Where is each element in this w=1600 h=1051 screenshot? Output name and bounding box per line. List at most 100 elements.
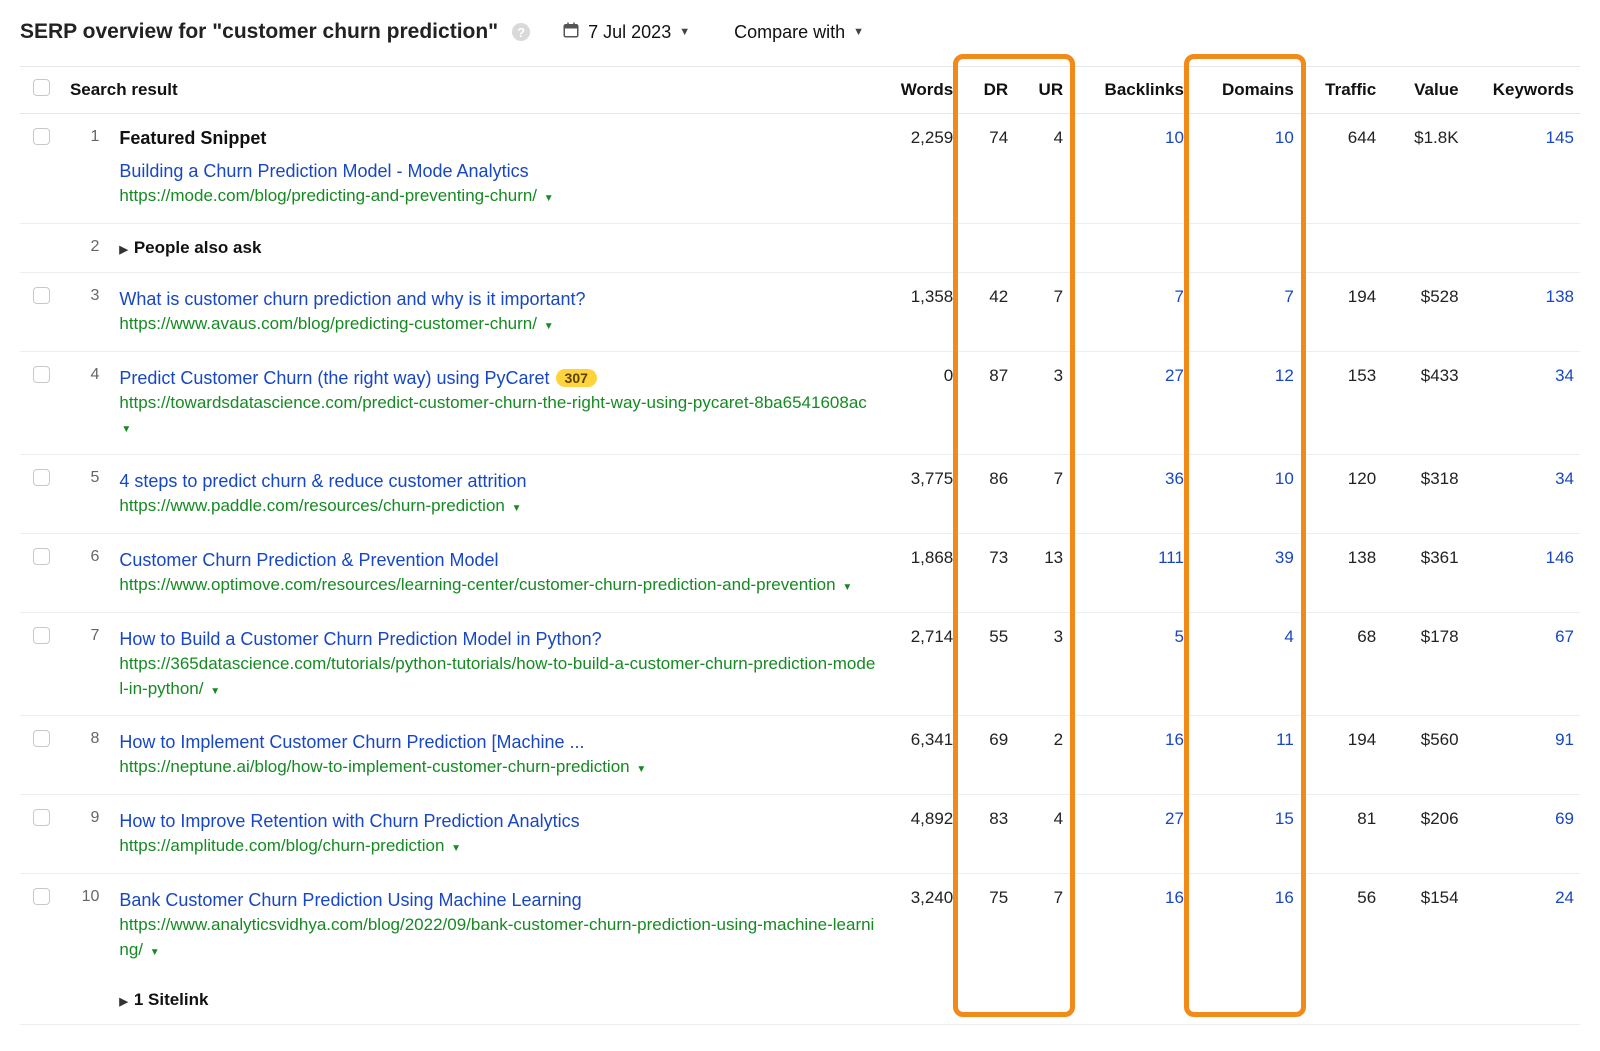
cell-keywords[interactable]: 69 (1465, 795, 1580, 874)
cell-domains[interactable]: 4 (1190, 612, 1300, 715)
cell-backlinks[interactable]: 16 (1069, 716, 1190, 795)
result-url[interactable]: https://www.avaus.com/blog/predicting-cu… (119, 312, 876, 337)
cell-backlinks[interactable]: 7 (1069, 272, 1190, 351)
col-ur[interactable]: UR (1014, 67, 1069, 114)
cell-keywords[interactable]: 24 (1465, 873, 1580, 976)
cell-traffic: 56 (1300, 873, 1382, 976)
page-title: SERP overview for "customer churn predic… (20, 20, 498, 44)
result-title[interactable]: How to Build a Customer Churn Prediction… (119, 629, 601, 649)
result-title[interactable]: Building a Churn Prediction Model - Mode… (119, 161, 528, 181)
help-icon[interactable]: ? (512, 23, 530, 41)
result-title[interactable]: How to Improve Retention with Churn Pred… (119, 811, 579, 831)
result-url[interactable]: https://amplitude.com/blog/churn-predict… (119, 834, 876, 859)
row-position: 8 (64, 716, 113, 795)
row-checkbox[interactable] (33, 128, 50, 145)
cell-keywords[interactable]: 138 (1465, 272, 1580, 351)
result-title[interactable]: 4 steps to predict churn & reduce custom… (119, 471, 526, 491)
row-checkbox[interactable] (33, 287, 50, 304)
cell-domains[interactable]: 16 (1190, 873, 1300, 976)
row-checkbox[interactable] (33, 809, 50, 826)
cell-keywords[interactable]: 34 (1465, 455, 1580, 534)
result-url[interactable]: https://towardsdatascience.com/predict-c… (119, 391, 876, 440)
result-title[interactable]: Bank Customer Churn Prediction Using Mac… (119, 890, 581, 910)
caret-down-icon: ▼ (512, 503, 522, 514)
cell-backlinks[interactable]: 111 (1069, 533, 1190, 612)
cell-backlinks[interactable]: 27 (1069, 351, 1190, 454)
date-picker[interactable]: 7 Jul 2023 ▼ (562, 21, 690, 44)
cell-traffic: 138 (1300, 533, 1382, 612)
select-all-checkbox[interactable] (33, 79, 50, 96)
cell-domains[interactable]: 12 (1190, 351, 1300, 454)
cell-keywords[interactable]: 145 (1465, 114, 1580, 224)
cell-ur: 7 (1014, 455, 1069, 534)
col-keywords[interactable]: Keywords (1465, 67, 1580, 114)
col-value[interactable]: Value (1382, 67, 1464, 114)
sitelink-expander[interactable]: ▶1 Sitelink (119, 990, 876, 1010)
cell-traffic: 68 (1300, 612, 1382, 715)
col-domains[interactable]: Domains (1190, 67, 1300, 114)
result-url[interactable]: https://www.analyticsvidhya.com/blog/202… (119, 913, 876, 962)
caret-down-icon: ▼ (853, 26, 864, 38)
result-title[interactable]: How to Implement Customer Churn Predicti… (119, 732, 584, 752)
cell-domains[interactable]: 11 (1190, 716, 1300, 795)
cell-words: 3,775 (882, 455, 959, 534)
cell-dr: 74 (959, 114, 1014, 224)
row-position: 2 (64, 223, 113, 272)
row-checkbox[interactable] (33, 730, 50, 747)
result-url[interactable]: https://365datascience.com/tutorials/pyt… (119, 652, 876, 701)
row-checkbox[interactable] (33, 366, 50, 383)
row-position: 5 (64, 455, 113, 534)
cell-backlinks[interactable]: 27 (1069, 795, 1190, 874)
result-title[interactable]: Customer Churn Prediction & Prevention M… (119, 550, 498, 570)
feature-label: Featured Snippet (119, 128, 876, 149)
caret-down-icon: ▼ (210, 686, 220, 697)
row-checkbox-cell (20, 272, 64, 351)
cell-backlinks[interactable]: 16 (1069, 873, 1190, 976)
cell-value: $1.8K (1382, 114, 1464, 224)
col-dr[interactable]: DR (959, 67, 1014, 114)
row-checkbox[interactable] (33, 627, 50, 644)
col-search-result[interactable]: Search result (64, 67, 882, 114)
result-title[interactable]: Predict Customer Churn (the right way) u… (119, 368, 549, 388)
table-row: 7How to Build a Customer Churn Predictio… (20, 612, 1580, 715)
result-url[interactable]: https://www.optimove.com/resources/learn… (119, 573, 876, 598)
cell-domains[interactable]: 15 (1190, 795, 1300, 874)
col-traffic[interactable]: Traffic (1300, 67, 1382, 114)
result-url[interactable]: https://neptune.ai/blog/how-to-implement… (119, 755, 876, 780)
triangle-right-icon: ▶ (119, 996, 127, 1008)
calendar-icon (562, 21, 580, 44)
cell-keywords[interactable]: 91 (1465, 716, 1580, 795)
result-url[interactable]: https://www.paddle.com/resources/churn-p… (119, 494, 876, 519)
result-url[interactable]: https://mode.com/blog/predicting-and-pre… (119, 184, 876, 209)
cell-ur: 7 (1014, 873, 1069, 976)
cell-dr: 42 (959, 272, 1014, 351)
cell-dr: 86 (959, 455, 1014, 534)
result-title[interactable]: What is customer churn prediction and wh… (119, 289, 585, 309)
cell-keywords[interactable]: 67 (1465, 612, 1580, 715)
cell-backlinks[interactable]: 36 (1069, 455, 1190, 534)
expander-people_also_ask[interactable]: ▶People also ask (119, 238, 876, 258)
row-checkbox[interactable] (33, 888, 50, 905)
col-words[interactable]: Words (882, 67, 959, 114)
caret-down-icon: ▼ (121, 424, 131, 435)
cell-backlinks[interactable]: 10 (1069, 114, 1190, 224)
cell-domains[interactable]: 7 (1190, 272, 1300, 351)
cell-keywords[interactable]: 146 (1465, 533, 1580, 612)
row-checkbox[interactable] (33, 469, 50, 486)
cell-domains[interactable]: 10 (1190, 455, 1300, 534)
compare-with-dropdown[interactable]: Compare with ▼ (734, 22, 864, 43)
cell-keywords[interactable]: 34 (1465, 351, 1580, 454)
row-checkbox[interactable] (33, 548, 50, 565)
row-position: 6 (64, 533, 113, 612)
search-result-cell: How to Implement Customer Churn Predicti… (113, 716, 882, 795)
cell-value: $178 (1382, 612, 1464, 715)
result-badge[interactable]: 307 (556, 369, 597, 387)
cell-domains[interactable]: 39 (1190, 533, 1300, 612)
row-position: 4 (64, 351, 113, 454)
cell-domains[interactable]: 10 (1190, 114, 1300, 224)
cell-traffic: 194 (1300, 716, 1382, 795)
cell-dr: 69 (959, 716, 1014, 795)
cell-backlinks[interactable]: 5 (1069, 612, 1190, 715)
col-backlinks[interactable]: Backlinks (1069, 67, 1190, 114)
cell-ur: 3 (1014, 612, 1069, 715)
